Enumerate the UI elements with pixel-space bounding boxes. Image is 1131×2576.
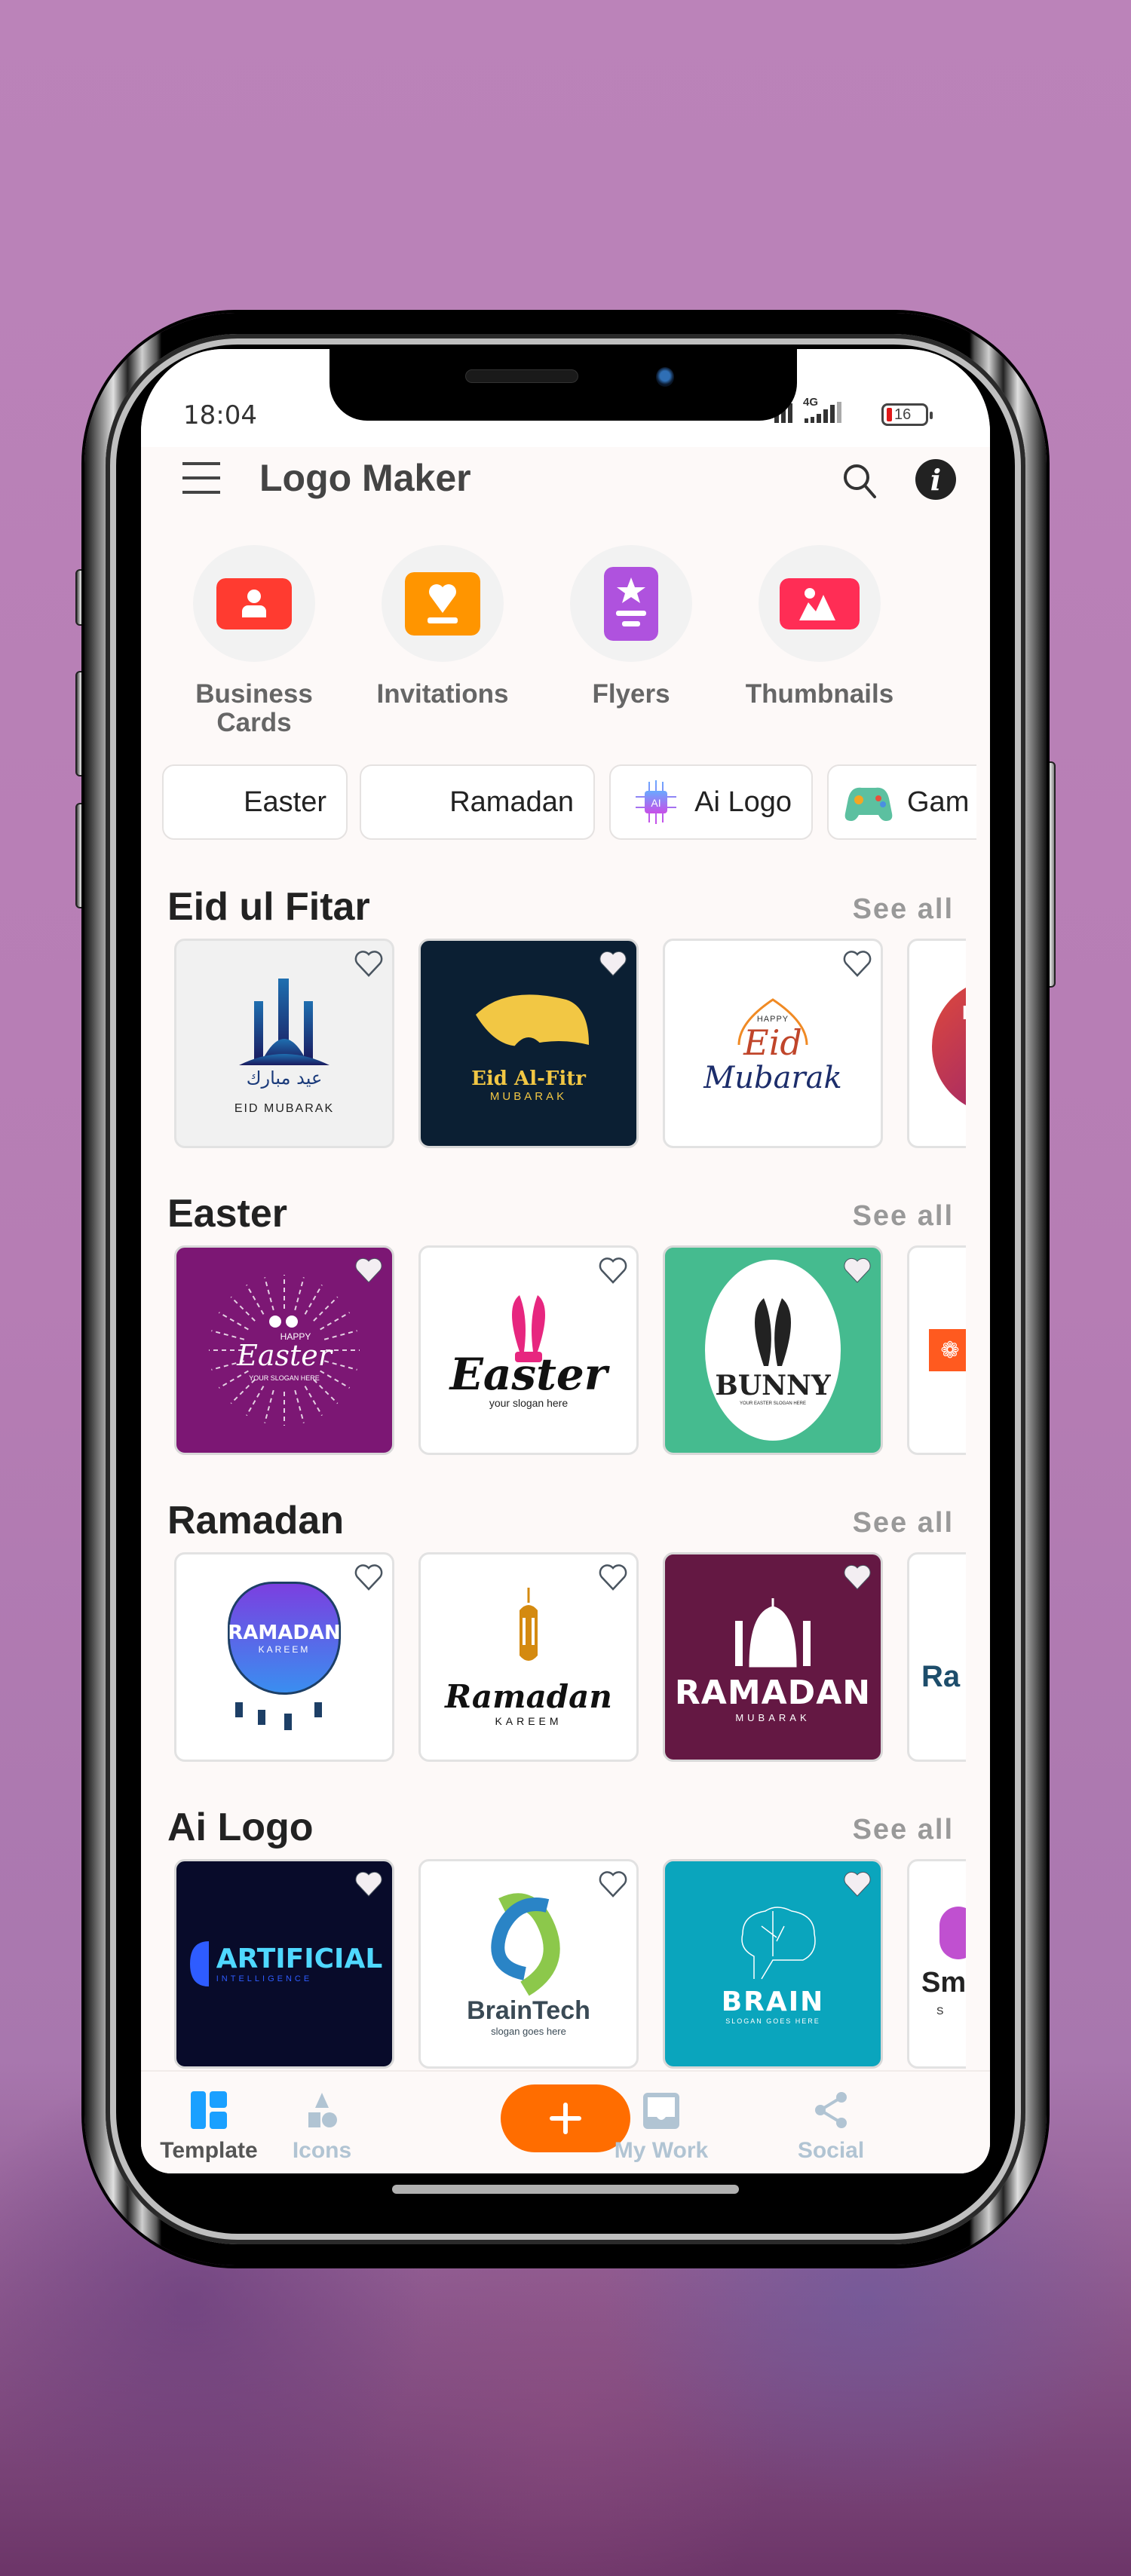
favorite-heart-icon[interactable] bbox=[843, 950, 872, 977]
template-carousel[interactable]: عيد مبارك EID MUBARAK Eid Al-Fitr MUBARA… bbox=[174, 939, 966, 1151]
notch bbox=[329, 349, 797, 421]
svg-text:AI: AI bbox=[651, 797, 661, 809]
template-icon bbox=[191, 2091, 227, 2129]
plus-icon bbox=[550, 2103, 581, 2134]
thumbnail-icon bbox=[780, 577, 860, 629]
chip-ai-logo[interactable]: AI Ai Logo bbox=[609, 764, 813, 840]
favorite-heart-icon[interactable] bbox=[599, 1564, 627, 1591]
svg-text:عيد مبارك: عيد مبارك bbox=[247, 1067, 323, 1089]
favorite-heart-icon[interactable] bbox=[599, 1257, 627, 1284]
nav-label: My Work bbox=[614, 2138, 709, 2163]
battery-icon: 16 bbox=[881, 403, 933, 426]
template-carousel[interactable]: RAMADAN KAREEM Ramadan KAREEM RAMADAN MU… bbox=[174, 1552, 966, 1765]
category-label: Business Cards bbox=[195, 679, 313, 737]
category-shortcuts: Business Cards Invitations Flyers Thumbn… bbox=[141, 545, 990, 737]
see-all-link[interactable]: See all bbox=[853, 1507, 954, 1539]
favorite-heart-icon[interactable] bbox=[354, 950, 383, 977]
home-indicator bbox=[392, 2185, 739, 2194]
template-card[interactable]: Sm S bbox=[907, 1859, 966, 2069]
gamepad-icon bbox=[844, 787, 893, 821]
template-card[interactable]: عيد مبارك EID MUBARAK bbox=[174, 939, 394, 1148]
template-card[interactable]: RAMADAN MUBARAK bbox=[663, 1552, 883, 1762]
category-label: Thumbnails bbox=[745, 679, 894, 709]
template-card[interactable]: Easter your slogan here bbox=[418, 1245, 639, 1455]
chip-ramadan[interactable]: Ramadan bbox=[360, 764, 595, 840]
invitation-icon bbox=[405, 571, 480, 636]
nav-label: Social bbox=[797, 2138, 865, 2163]
nav-my-work[interactable]: My Work bbox=[593, 2087, 729, 2164]
template-card[interactable]: Ra bbox=[907, 1552, 966, 1762]
nav-social[interactable]: Social bbox=[763, 2087, 899, 2164]
template-card[interactable]: Ramadan KAREEM bbox=[418, 1552, 639, 1762]
see-all-link[interactable]: See all bbox=[853, 893, 954, 926]
chip-label: Gam bbox=[907, 786, 970, 818]
favorite-heart-icon[interactable] bbox=[843, 1870, 872, 1898]
category-business-cards[interactable]: Business Cards bbox=[171, 545, 337, 737]
category-chips: Easter Ramadan AI Ai Logo Gam bbox=[162, 764, 976, 843]
status-time: 18:04 bbox=[183, 400, 257, 430]
template-card[interactable]: HAPPY Eid Mubarak bbox=[663, 939, 883, 1148]
template-card[interactable]: BrainTech slogan goes here bbox=[418, 1859, 639, 2069]
chip-games[interactable]: Gam bbox=[827, 764, 976, 840]
template-card[interactable]: BRAIN SLOGAN GOES HERE bbox=[663, 1859, 883, 2069]
battery-level: 16 bbox=[894, 406, 912, 423]
ai-chip-icon: AI bbox=[636, 780, 677, 824]
app-header: Logo Maker i bbox=[141, 447, 990, 530]
bottom-navigation: Template Icons My Work Social bbox=[141, 2070, 990, 2173]
see-all-link[interactable]: See all bbox=[853, 1200, 954, 1233]
svg-text:Easter: Easter bbox=[236, 1339, 334, 1372]
inbox-icon bbox=[643, 2093, 679, 2129]
category-label: Flyers bbox=[592, 679, 670, 709]
favorite-heart-icon[interactable] bbox=[354, 1870, 383, 1898]
chip-label: Ai Logo bbox=[694, 786, 792, 818]
signal-icon-2 bbox=[805, 402, 841, 423]
see-all-link[interactable]: See all bbox=[853, 1814, 954, 1846]
favorite-heart-icon[interactable] bbox=[354, 1257, 383, 1284]
section-title: Ai Logo bbox=[167, 1806, 314, 1849]
svg-text:YOUR SLOGAN HERE: YOUR SLOGAN HERE bbox=[249, 1374, 320, 1382]
section-title: Eid ul Fitar bbox=[167, 885, 370, 929]
app-screen: 18:04 4G 16 Logo Maker i Business Cards … bbox=[141, 349, 990, 2173]
hamburger-menu-icon[interactable] bbox=[182, 462, 220, 494]
category-label: Invitations bbox=[376, 679, 509, 709]
chip-label: Easter bbox=[244, 786, 326, 818]
app-title: Logo Maker bbox=[259, 457, 471, 499]
business-card-icon bbox=[216, 577, 292, 629]
template-carousel[interactable]: ARTIFICIAL INTELLIGENCE BrainTech slogan… bbox=[174, 1859, 966, 2072]
nav-label: Icons bbox=[292, 2138, 352, 2163]
favorite-heart-icon[interactable] bbox=[599, 1870, 627, 1898]
shapes-icon bbox=[308, 2093, 337, 2127]
template-card[interactable]: E bbox=[907, 939, 966, 1148]
favorite-heart-icon[interactable] bbox=[599, 950, 627, 977]
template-card[interactable]: ❁ bbox=[907, 1245, 966, 1455]
template-card[interactable]: ARTIFICIAL INTELLIGENCE bbox=[174, 1859, 394, 2069]
favorite-heart-icon[interactable] bbox=[843, 1564, 872, 1591]
template-card[interactable]: RAMADAN KAREEM bbox=[174, 1552, 394, 1762]
front-camera bbox=[656, 367, 674, 387]
chip-easter[interactable]: Easter bbox=[162, 764, 348, 840]
search-icon[interactable] bbox=[840, 461, 881, 501]
template-card[interactable]: BUNNY YOUR EASTER SLOGAN HERE bbox=[663, 1245, 883, 1455]
speaker bbox=[465, 369, 578, 383]
section-title: Ramadan bbox=[167, 1499, 345, 1542]
chip-label: Ramadan bbox=[449, 786, 574, 818]
favorite-heart-icon[interactable] bbox=[843, 1257, 872, 1284]
category-thumbnails[interactable]: Thumbnails bbox=[737, 545, 903, 709]
nav-icons[interactable]: Icons bbox=[254, 2087, 390, 2164]
flyer-icon bbox=[604, 566, 658, 641]
power-button bbox=[1045, 761, 1056, 988]
template-card[interactable]: Eid Al-Fitr MUBARAK bbox=[418, 939, 639, 1148]
template-card[interactable]: HAPPY Easter YOUR SLOGAN HERE bbox=[174, 1245, 394, 1455]
favorite-heart-icon[interactable] bbox=[354, 1564, 383, 1591]
section-title: Easter bbox=[167, 1192, 287, 1236]
info-icon[interactable]: i bbox=[915, 459, 956, 500]
template-carousel[interactable]: HAPPY Easter YOUR SLOGAN HERE Easter you… bbox=[174, 1245, 966, 1458]
category-invitations[interactable]: Invitations bbox=[360, 545, 526, 709]
share-icon bbox=[815, 2092, 847, 2128]
category-flyers[interactable]: Flyers bbox=[548, 545, 714, 709]
